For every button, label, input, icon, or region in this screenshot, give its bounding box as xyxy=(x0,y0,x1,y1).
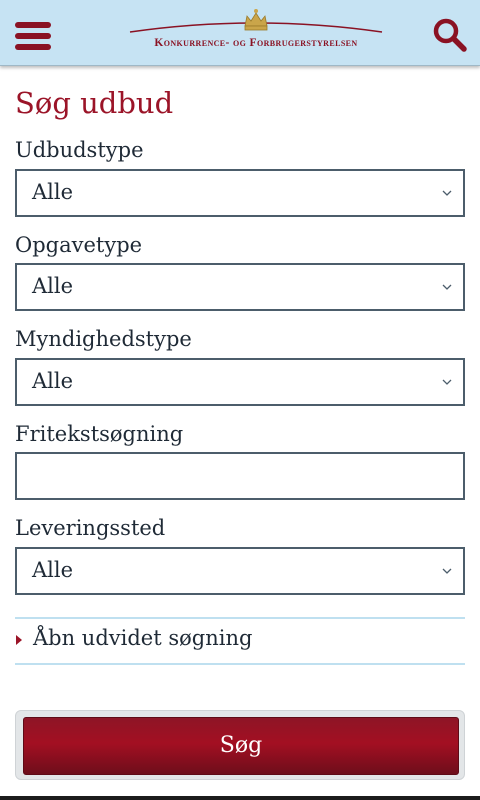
leveringssted-value: Alle xyxy=(32,558,74,582)
chevron-down-icon xyxy=(442,284,452,290)
page-title: Søg udbud xyxy=(15,86,174,120)
fritekst-input[interactable] xyxy=(15,452,465,500)
divider xyxy=(15,617,465,619)
chevron-down-icon xyxy=(442,379,452,385)
crown-icon xyxy=(129,9,383,33)
udbudstype-select[interactable]: Alle xyxy=(15,169,465,217)
fritekst-label: Fritekstsøgning xyxy=(15,422,184,446)
menu-bar xyxy=(15,22,51,28)
chevron-down-icon xyxy=(442,190,452,196)
udbudstype-value: Alle xyxy=(32,180,74,204)
menu-bar xyxy=(15,33,51,39)
search-submit-button[interactable]: Søg xyxy=(23,717,459,775)
advanced-search-toggle[interactable]: Åbn udvidet søgning xyxy=(15,621,465,661)
opgavetype-label: Opgavetype xyxy=(15,233,143,257)
opgavetype-value: Alle xyxy=(32,274,74,298)
triangle-right-icon xyxy=(16,635,22,645)
logo-text: Konkurrence- og Forbrugerstyrelsen xyxy=(154,37,358,49)
leveringssted-select[interactable]: Alle xyxy=(15,547,465,595)
myndighedstype-label: Myndighedstype xyxy=(15,327,192,351)
advanced-search-label: Åbn udvidet søgning xyxy=(33,626,253,650)
submit-container: Søg xyxy=(15,710,465,780)
leveringssted-label: Leveringssted xyxy=(15,516,166,540)
bottom-edge xyxy=(0,796,480,800)
myndighedstype-value: Alle xyxy=(32,369,74,393)
app-header: Konkurrence- og Forbrugerstyrelsen xyxy=(0,0,480,66)
search-icon[interactable] xyxy=(432,17,468,53)
myndighedstype-select[interactable]: Alle xyxy=(15,358,465,406)
agency-logo[interactable]: Konkurrence- og Forbrugerstyrelsen xyxy=(128,6,384,56)
udbudstype-label: Udbudstype xyxy=(15,138,144,162)
divider xyxy=(15,663,465,665)
chevron-down-icon xyxy=(442,568,452,574)
menu-bar xyxy=(15,44,51,50)
hamburger-menu-icon[interactable] xyxy=(15,22,51,52)
opgavetype-select[interactable]: Alle xyxy=(15,263,465,311)
